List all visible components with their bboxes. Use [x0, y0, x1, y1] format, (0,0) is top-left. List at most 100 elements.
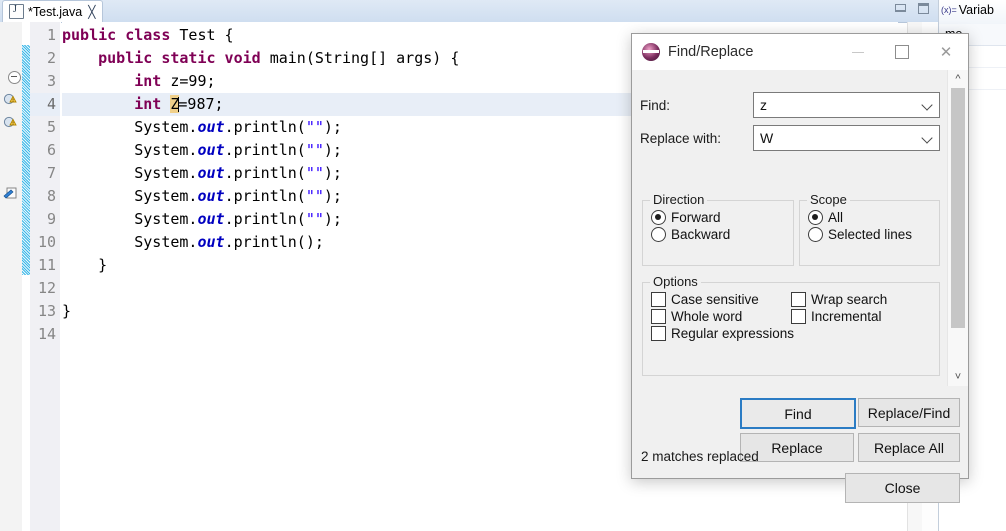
- status-message: 2 matches replaced: [641, 449, 759, 464]
- code-token: Test {: [179, 26, 234, 44]
- code-token: out: [197, 141, 225, 159]
- code-token: "": [305, 210, 324, 228]
- change-bar-strip: [22, 22, 30, 531]
- line-number: 10: [37, 233, 56, 251]
- scrollbar-thumb[interactable]: [951, 88, 965, 328]
- dialog-vertical-scrollbar[interactable]: ^ ˅: [947, 70, 968, 386]
- checkbox-incremental[interactable]: Incremental: [791, 309, 882, 324]
- code-token: out: [197, 164, 225, 182]
- checkbox-incremental-label: Incremental: [811, 309, 882, 324]
- line-number: 1: [46, 26, 56, 44]
- checkbox-whole-word[interactable]: Whole word: [651, 309, 791, 324]
- checkbox-wrap-search-label: Wrap search: [811, 292, 888, 307]
- radio-all[interactable]: All: [808, 210, 939, 225]
- annotation-ruler[interactable]: [0, 22, 22, 531]
- eclipse-workbench: *Test.java ╳: [0, 0, 1006, 531]
- code-token: System.: [62, 233, 198, 251]
- code-token: args: [396, 49, 433, 67]
- options-group: Options Case sensitive Wrap search Whole…: [642, 274, 940, 376]
- find-button[interactable]: Find: [740, 398, 856, 429]
- checkbox-regular-expressions[interactable]: Regular expressions: [651, 326, 939, 341]
- change-bar: [22, 45, 30, 275]
- radio-backward-indicator: [651, 227, 666, 242]
- checkbox-case-sensitive[interactable]: Case sensitive: [651, 292, 791, 307]
- close-icon[interactable]: ✕: [924, 35, 968, 69]
- code-token: int: [134, 95, 171, 113]
- code-token: System.: [62, 118, 198, 136]
- line-number: 3: [46, 72, 56, 90]
- replace-input[interactable]: W: [753, 125, 940, 151]
- direction-legend: Direction: [650, 192, 708, 207]
- checkbox-incremental-box: [791, 309, 806, 324]
- code-token: );: [323, 164, 342, 182]
- radio-forward[interactable]: Forward: [651, 210, 793, 225]
- line-number: 6: [46, 141, 56, 159]
- code-token: "": [305, 118, 324, 136]
- checkbox-wrap-search[interactable]: Wrap search: [791, 292, 887, 307]
- options-legend: Options: [650, 274, 701, 289]
- radio-selected-lines-indicator: [808, 227, 823, 242]
- find-input[interactable]: z: [753, 92, 940, 118]
- line-number-ruler: 1 2 3 4 5 6 7 8 9 10 11 12 13 14: [30, 22, 60, 531]
- close-button[interactable]: Close: [845, 473, 960, 503]
- collapse-icon[interactable]: [8, 71, 21, 84]
- code-token: System.: [62, 164, 198, 182]
- code-token: );: [323, 187, 342, 205]
- variables-icon: (x)=: [941, 5, 957, 15]
- maximize-icon[interactable]: [917, 3, 930, 15]
- scope-group: Scope All Selected lines: [799, 192, 940, 266]
- code-token: .println(: [224, 187, 306, 205]
- chevron-down-icon[interactable]: [923, 134, 932, 143]
- line-number: 11: [37, 256, 56, 274]
- minimize-icon[interactable]: [836, 35, 880, 69]
- radio-backward[interactable]: Backward: [651, 227, 793, 242]
- find-replace-dialog: Find/Replace ✕ Find: z Replace with: W D…: [631, 33, 969, 503]
- chevron-down-icon[interactable]: [923, 101, 932, 110]
- code-token: );: [323, 118, 342, 136]
- dialog-title: Find/Replace: [668, 44, 754, 60]
- replace-label: Replace with:: [640, 130, 722, 146]
- scroll-down-icon[interactable]: ˅: [948, 368, 968, 386]
- checkbox-whole-word-box: [651, 309, 666, 324]
- code-token: public: [62, 26, 126, 44]
- close-icon[interactable]: ╳: [88, 6, 95, 18]
- find-row: Find: z: [640, 92, 940, 118]
- code-token: main(: [269, 49, 315, 67]
- tab-variables[interactable]: (x)= Variab: [941, 3, 994, 17]
- checkbox-wrap-search-box: [791, 292, 806, 307]
- replace-all-button[interactable]: Replace All: [858, 433, 960, 462]
- eclipse-logo-icon: [642, 43, 660, 61]
- warning-icon: [3, 116, 17, 128]
- code-token: out: [197, 118, 225, 136]
- code-token: .println(: [224, 210, 306, 228]
- dialog-titlebar[interactable]: Find/Replace ✕: [632, 34, 968, 71]
- editor-tab-test-java[interactable]: *Test.java ╳: [2, 0, 104, 22]
- find-label: Find:: [640, 97, 671, 113]
- code-token: out: [197, 233, 225, 251]
- editor-part-buttons: [894, 3, 930, 15]
- scroll-up-icon[interactable]: ^: [948, 70, 968, 88]
- quickfix-icon: [3, 187, 17, 199]
- code-token: z=99;: [170, 72, 216, 90]
- code-token: .println(: [224, 118, 306, 136]
- checkbox-case-sensitive-box: [651, 292, 666, 307]
- replace-find-button[interactable]: Replace/Find: [858, 398, 960, 427]
- minimize-icon[interactable]: [894, 3, 907, 15]
- replace-row: Replace with: W: [640, 125, 940, 151]
- gutter-separator: [60, 22, 61, 531]
- radio-forward-label: Forward: [671, 210, 721, 225]
- code-token: ) {: [432, 49, 460, 67]
- code-token: public static void: [98, 49, 270, 67]
- radio-selected-lines[interactable]: Selected lines: [808, 227, 939, 242]
- code-token: out: [197, 187, 225, 205]
- editor-tab-label: *Test.java: [28, 4, 83, 19]
- radio-backward-label: Backward: [671, 227, 731, 242]
- code-token: .println();: [224, 233, 324, 251]
- code-token: );: [323, 210, 342, 228]
- code-token: );: [323, 141, 342, 159]
- maximize-icon[interactable]: [880, 35, 924, 69]
- code-token: }: [62, 302, 72, 320]
